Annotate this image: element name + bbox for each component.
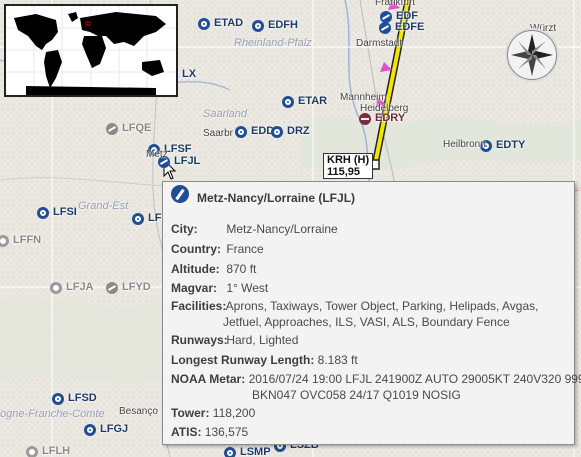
map-view[interactable]: LFQVETADEDFHEDFEDFELXETAREDDRDRZEDRYEDTY…: [0, 0, 581, 457]
airport-label[interactable]: LFSI: [53, 206, 77, 218]
tooltip-row: Longest Runway Length: 8.183 ft: [171, 352, 358, 368]
field-value: 136,575: [201, 425, 249, 439]
airport-symbol-icon[interactable]: [252, 20, 264, 32]
field-key: Facilities:: [171, 299, 227, 313]
airport-symbol-icon[interactable]: [235, 126, 247, 138]
airport-symbol-icon[interactable]: [106, 123, 118, 135]
field-value: 8.183 ft: [314, 353, 358, 367]
compass-rose-icon: [507, 30, 557, 80]
airport-symbol-icon[interactable]: [37, 207, 49, 219]
tooltip-row: Altitude: 870 ft: [171, 261, 256, 277]
airport-label[interactable]: ETAR: [298, 95, 327, 107]
airport-symbol-icon[interactable]: [52, 393, 64, 405]
airport-symbol-icon[interactable]: [84, 424, 96, 436]
navaid-frequency: 115,95: [327, 166, 361, 178]
region-label: Grand-Est: [78, 200, 129, 212]
airport-label[interactable]: EDFH: [268, 19, 298, 31]
airport-label[interactable]: EDFE: [395, 21, 424, 33]
field-value: 1° West: [223, 281, 269, 295]
field-key: ATIS:: [171, 425, 202, 439]
airport-icon: [171, 185, 189, 203]
field-value: France: [223, 242, 264, 256]
airport-label[interactable]: LFYD: [122, 281, 151, 293]
field-value-continued: Jetfuel, Approaches, ILS, VASI, ALS, Bou…: [223, 315, 510, 329]
airport-label[interactable]: LX: [182, 68, 196, 80]
field-key: Longest Runway Length:: [171, 353, 315, 367]
place-label: Saarbr: [203, 128, 234, 139]
overview-minimap[interactable]: [4, 4, 178, 97]
place-label: Metz: [146, 149, 168, 160]
tooltip-row: NOAA Metar: 2016/07/24 19:00 LFJL 241900…: [171, 371, 581, 403]
airport-label[interactable]: LFSF: [164, 143, 192, 155]
field-value: 2016/07/24 19:00 LFJL 241900Z AUTO 29005…: [245, 372, 581, 386]
airport-label[interactable]: LFLH: [42, 445, 70, 457]
place-label: Besanço: [119, 406, 158, 417]
field-value: 870 ft: [223, 262, 257, 276]
airport-symbol-icon[interactable]: [379, 22, 391, 34]
airport-symbol-icon[interactable]: [198, 18, 210, 30]
tooltip-header: Metz-Nancy/Lorraine (LFJL): [163, 182, 574, 212]
field-value-continued: BKN047 OVC058 24/17 Q1019 NOSIG: [252, 388, 461, 402]
place-label: Heilbronn: [443, 139, 486, 150]
field-value: Hard, Lighted: [223, 333, 299, 347]
field-key: Magvar:: [171, 281, 218, 295]
tooltip-row: Tower: 118,200: [171, 405, 255, 421]
field-value: Aprons, Taxiways, Tower Object, Parking,…: [223, 299, 539, 313]
airport-symbol-icon[interactable]: [271, 126, 283, 138]
field-key: NOAA Metar:: [171, 372, 246, 386]
tooltip-row: Country: France: [171, 241, 264, 257]
field-value: Metz-Nancy/Lorraine: [223, 222, 338, 236]
region-label: Saarland: [203, 108, 248, 120]
place-label: Heidelberg: [360, 103, 409, 114]
airport-symbol-icon[interactable]: [50, 282, 62, 294]
airport-tooltip: Metz-Nancy/Lorraine (LFJL) City: Metz-Na…: [162, 181, 581, 445]
tooltip-row: ATIS: 136,575: [171, 424, 248, 440]
field-key: Tower:: [171, 406, 210, 420]
field-key: Runways:: [171, 333, 228, 347]
place-label: Darmstadt: [356, 38, 403, 49]
tooltip-row: Facilities: Aprons, Taxiways, Tower Obje…: [171, 298, 539, 330]
airport-label[interactable]: LFGJ: [100, 423, 128, 435]
airport-symbol-icon[interactable]: [106, 282, 118, 294]
tooltip-row: Runways: Hard, Lighted: [171, 332, 298, 348]
airport-label[interactable]: ETAD: [214, 17, 243, 29]
airport-label[interactable]: DRZ: [287, 125, 310, 137]
airport-label[interactable]: LFJA: [66, 281, 94, 293]
field-key: Country:: [171, 242, 221, 256]
tooltip-title: Metz-Nancy/Lorraine (LFJL): [197, 191, 356, 205]
navaid-name: KRH (H): [327, 154, 370, 166]
airport-symbol-icon[interactable]: [132, 213, 144, 225]
airport-symbol-icon[interactable]: [359, 113, 371, 125]
tooltip-row: Magvar: 1° West: [171, 280, 268, 296]
tooltip-row: City: Metz-Nancy/Lorraine: [171, 221, 338, 237]
airport-label[interactable]: LFFN: [13, 234, 41, 246]
place-label: Mannheim: [340, 92, 387, 103]
airport-label[interactable]: LFQE: [122, 122, 151, 134]
airport-symbol-icon[interactable]: [26, 446, 38, 457]
airport-symbol-icon[interactable]: [282, 96, 294, 108]
airport-label[interactable]: LFSD: [68, 392, 97, 404]
airport-label[interactable]: EDTY: [496, 139, 525, 151]
place-label: Frankfurt: [375, 0, 416, 8]
region-label: Rheinland-Pfalz: [234, 37, 312, 49]
field-value: 118,200: [209, 406, 256, 420]
field-key: Altitude:: [171, 262, 220, 276]
airport-symbol-icon[interactable]: [224, 447, 236, 457]
field-key: City:: [171, 222, 198, 236]
airport-label[interactable]: LFJL: [174, 155, 200, 167]
region-label: ogne-Franche-Comte: [0, 408, 105, 420]
navaid-label[interactable]: KRH (H) 115,95: [323, 153, 374, 179]
airport-label[interactable]: LSMP: [240, 446, 271, 457]
